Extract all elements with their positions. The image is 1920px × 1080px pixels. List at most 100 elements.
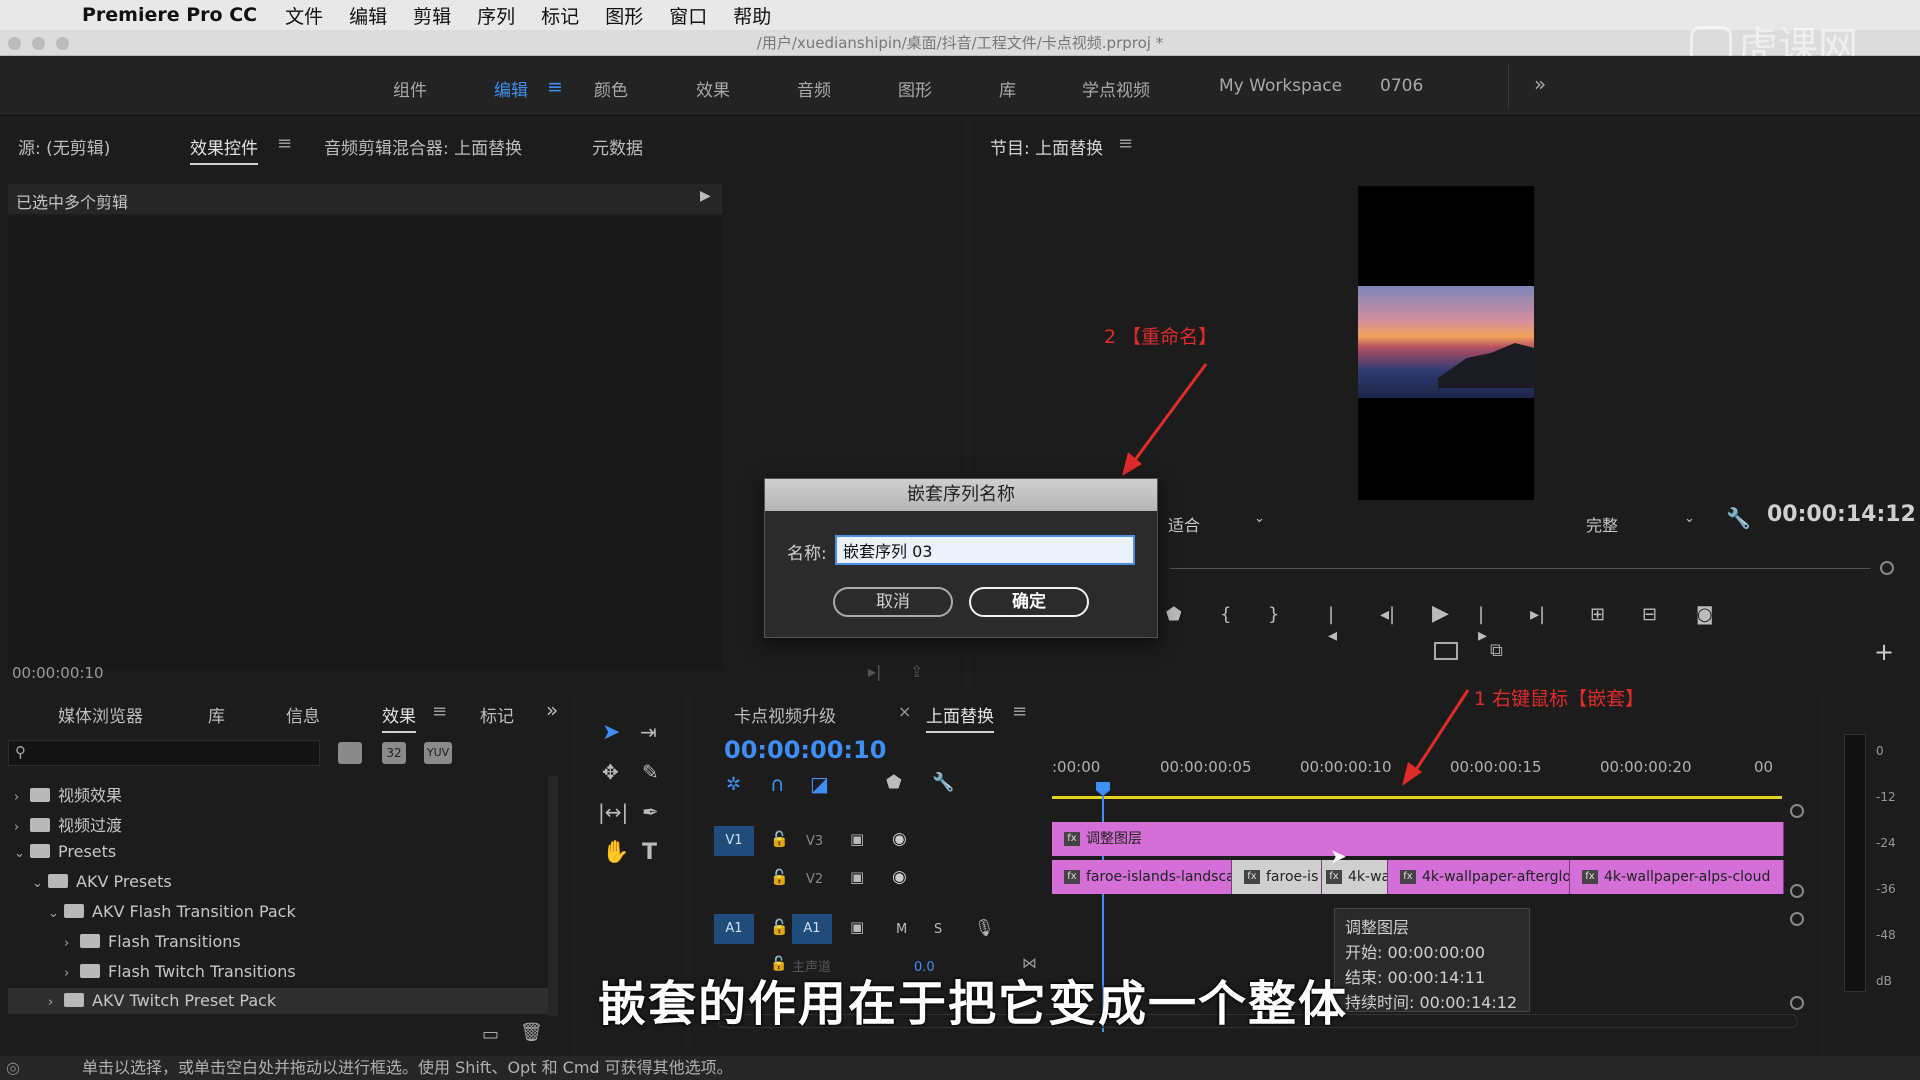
track-select-tool-icon[interactable]: ⇥	[640, 720, 657, 744]
snap-magnet-icon[interactable]: ∩	[770, 772, 785, 796]
lift-icon[interactable]: ⊞	[1590, 604, 1605, 625]
fit-dropdown[interactable]: 适合 ⌄	[1160, 508, 1274, 536]
sync-lock-icon[interactable]: ▣	[850, 918, 864, 936]
new-folder-icon[interactable]: ▭	[482, 1024, 499, 1045]
solo-button[interactable]: S	[934, 922, 942, 937]
ws-tab-0706[interactable]: 0706	[1380, 76, 1423, 96]
razor-tool-icon[interactable]: ✎	[642, 760, 659, 784]
ws-menu-icon[interactable]: ≡	[547, 76, 563, 98]
scrubber-end-icon[interactable]	[1880, 561, 1894, 575]
sync-lock-icon[interactable]: ▣	[850, 868, 864, 886]
effects-search-input[interactable]	[37, 743, 317, 763]
work-area-bar[interactable]	[1052, 796, 1782, 799]
add-button-icon[interactable]: +	[1874, 638, 1894, 666]
clip-4k-wallpaper-alps-cloud[interactable]: fx 4k-wallpaper-alps-cloud	[1570, 860, 1784, 894]
v1-source-patch[interactable]: V1	[714, 826, 754, 856]
tree-item-twitch-preset-pack[interactable]: › AKV Twitch Preset Pack	[8, 988, 548, 1014]
ws-tab-effects[interactable]: 效果	[696, 76, 730, 101]
wrench-icon[interactable]: 🔧	[1726, 506, 1751, 530]
menu-graphics[interactable]: 图形	[605, 2, 643, 29]
ws-tab-libraries[interactable]: 库	[999, 76, 1016, 101]
close-window-button[interactable]	[8, 37, 21, 50]
mark-in-icon[interactable]: {	[1220, 604, 1231, 625]
tree-item-video-effects[interactable]: › 视频效果	[14, 782, 122, 806]
chevron-right-icon[interactable]: ›	[64, 966, 80, 981]
vertical-zoom-handle[interactable]	[1790, 804, 1804, 818]
tab-sequence-shangmian[interactable]: 上面替换	[926, 702, 994, 733]
clip-4k-wallpaper-afterglow[interactable]: fx 4k-wallpaper-afterglov	[1388, 860, 1570, 894]
menu-marker[interactable]: 标记	[541, 2, 579, 29]
export-frame-icon[interactable]: ▸|	[868, 662, 881, 681]
vertical-zoom-handle[interactable]	[1790, 884, 1804, 898]
ws-tab-color[interactable]: 颜色	[594, 76, 628, 101]
chevron-right-icon[interactable]: ›	[14, 790, 30, 805]
tree-item-video-transitions[interactable]: › 视频过渡	[14, 812, 122, 836]
chevron-down-icon[interactable]: ⌄	[14, 846, 30, 861]
timeline-timecode[interactable]: 00:00:00:10	[724, 736, 886, 764]
compare-view-icon[interactable]: ⧉	[1490, 640, 1503, 661]
chevron-right-icon[interactable]: ›	[14, 820, 30, 835]
sequence-name-input[interactable]	[835, 535, 1135, 565]
type-tool-icon[interactable]: T	[642, 840, 657, 865]
expand-arrow-icon[interactable]: ▶	[700, 188, 711, 204]
linked-selection-icon[interactable]: ◪	[810, 772, 829, 796]
tab-info[interactable]: 信息	[286, 702, 320, 727]
yuv-effects-icon[interactable]: YUV	[424, 742, 452, 764]
tab-effect-controls[interactable]: 效果控件	[190, 134, 258, 165]
microphone-icon[interactable]: 🎙	[974, 918, 994, 937]
ripple-edit-tool-icon[interactable]: ✥	[602, 760, 619, 784]
tab-audio-clip-mixer[interactable]: 音频剪辑混合器: 上面替换	[324, 134, 522, 159]
tab-metadata[interactable]: 元数据	[592, 134, 643, 159]
tree-item-flash-transition-pack[interactable]: ⌄ AKV Flash Transition Pack	[48, 902, 296, 921]
eye-icon[interactable]: ◉	[892, 829, 907, 849]
tab-markers[interactable]: 标记	[480, 702, 514, 727]
chevron-down-icon[interactable]: ⌄	[32, 876, 48, 891]
program-menu-icon[interactable]: ≡	[1118, 133, 1133, 154]
lock-icon[interactable]: 🔓	[770, 830, 789, 848]
add-marker-icon[interactable]: ⬟	[1166, 604, 1182, 625]
tab-effects[interactable]: 效果	[382, 702, 416, 733]
panel-menu-icon[interactable]: ≡	[277, 133, 292, 154]
menu-edit[interactable]: 编辑	[349, 2, 387, 29]
ws-tab-audio[interactable]: 音频	[797, 76, 831, 101]
extract-icon[interactable]: ⊟	[1642, 604, 1657, 625]
effects-menu-icon[interactable]: ≡	[432, 701, 447, 722]
tree-item-akv-presets[interactable]: ⌄ AKV Presets	[32, 872, 172, 891]
tab-media-browser[interactable]: 媒体浏览器	[58, 702, 143, 727]
nest-toggle-icon[interactable]: ✲	[726, 774, 741, 795]
playhead-handle[interactable]	[1096, 782, 1110, 796]
mark-out-icon[interactable]: }	[1268, 604, 1279, 625]
lock-icon[interactable]: 🔓	[770, 868, 789, 886]
quality-dropdown[interactable]: 完整 ⌄	[1578, 508, 1704, 536]
timeline-settings-icon[interactable]: 🔧	[932, 772, 954, 793]
slip-tool-icon[interactable]: |↔|	[598, 800, 628, 824]
ws-tab-my-workspace[interactable]: My Workspace	[1219, 76, 1342, 96]
camera-icon[interactable]: ◙	[1696, 604, 1713, 625]
ws-tab-editing[interactable]: 编辑	[494, 76, 528, 101]
ws-tab-xuedian[interactable]: 学点视频	[1082, 76, 1150, 101]
tree-item-presets[interactable]: ⌄ Presets	[14, 842, 116, 861]
effects-overflow-icon[interactable]: »	[546, 698, 558, 722]
play-icon[interactable]: ▶	[1432, 601, 1449, 626]
pen-tool-icon[interactable]: ✒	[642, 800, 659, 824]
clip-adjustment-layer[interactable]: fx 调整图层	[1052, 822, 1784, 856]
ok-button[interactable]: 确定	[969, 587, 1089, 617]
tab-sequence-kadian[interactable]: 卡点视频升级	[734, 702, 836, 727]
lock-icon[interactable]: 🔓	[770, 918, 789, 936]
effects-search[interactable]: ⚲	[8, 740, 320, 766]
clip-faroe-is[interactable]: fx faroe-is	[1232, 860, 1322, 894]
cancel-button[interactable]: 取消	[833, 587, 953, 617]
effects-scrollbar[interactable]	[548, 776, 558, 1016]
mute-button[interactable]: M	[896, 922, 907, 937]
go-to-in-icon[interactable]: |◂	[1328, 604, 1337, 646]
tab-libraries[interactable]: 库	[208, 702, 225, 727]
zoom-window-button[interactable]	[56, 37, 69, 50]
minimize-window-button[interactable]	[32, 37, 45, 50]
vertical-zoom-handle[interactable]	[1790, 996, 1804, 1010]
tab-source[interactable]: 源: (无剪辑)	[18, 134, 110, 159]
close-tab-icon[interactable]: ×	[898, 702, 911, 721]
a1-source-patch[interactable]: A1	[714, 914, 754, 944]
menu-file[interactable]: 文件	[285, 2, 323, 29]
track-a1-target[interactable]: A1	[792, 914, 832, 944]
go-to-out-icon[interactable]: ▸|	[1530, 604, 1545, 625]
